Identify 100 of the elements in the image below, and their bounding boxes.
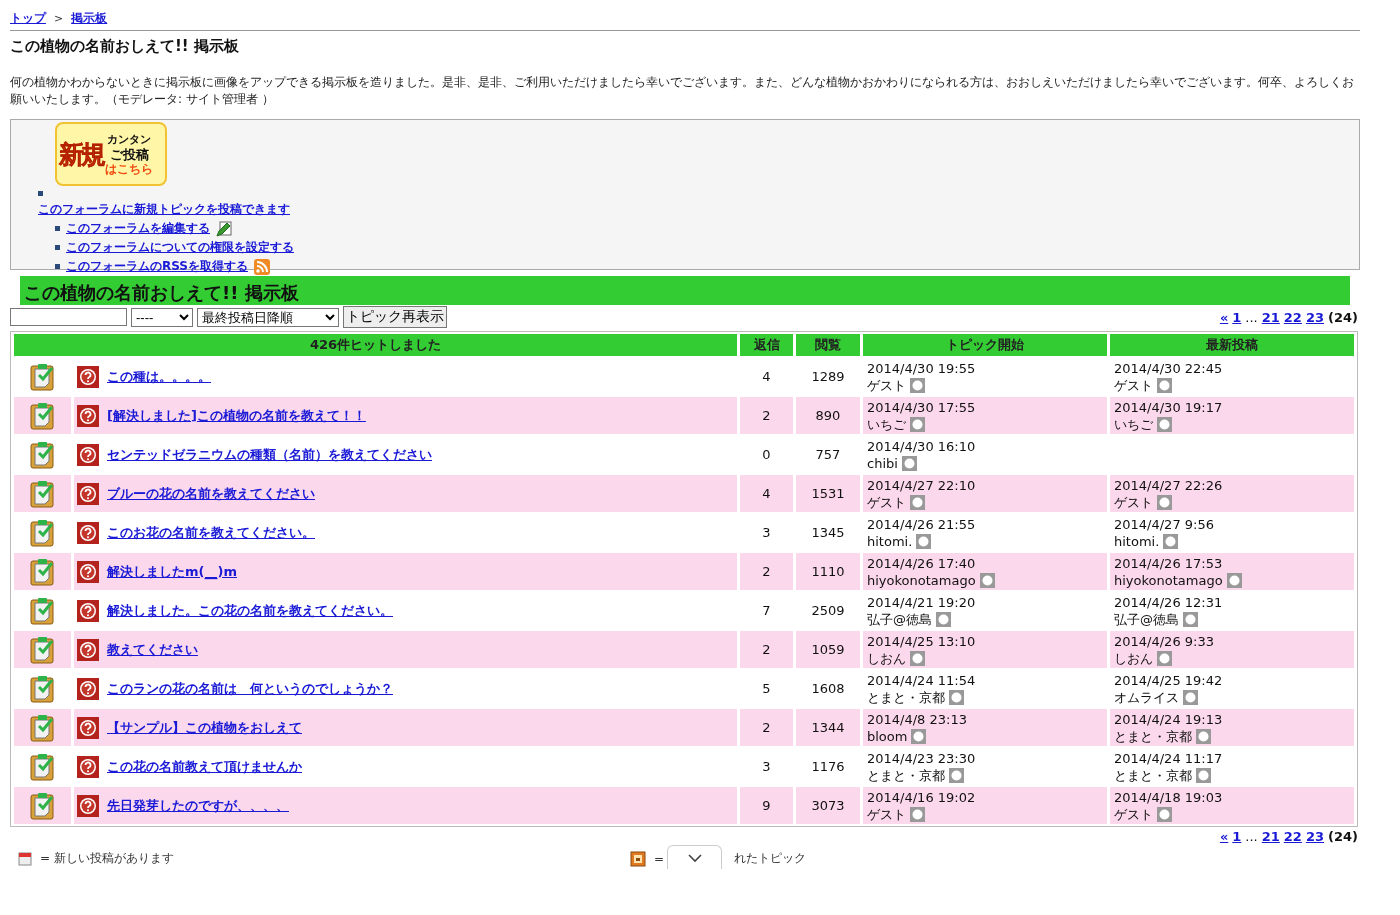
page-link[interactable]: 23 bbox=[1305, 829, 1324, 844]
breadcrumb-link[interactable]: 掲示板 bbox=[71, 9, 108, 27]
topic-link[interactable]: 【サンプル】この植物をおしえて bbox=[107, 718, 302, 737]
reply-count: 2 bbox=[740, 397, 793, 434]
post-date: 2014/4/30 22:45 bbox=[1114, 360, 1224, 377]
page-link[interactable]: 22 bbox=[1283, 829, 1302, 844]
topic-link[interactable]: この種は。。。。 bbox=[107, 367, 211, 386]
list-bullet bbox=[55, 245, 60, 250]
clipboard-check-icon bbox=[29, 518, 56, 547]
avatar-icon bbox=[979, 573, 995, 588]
topic-link[interactable]: 先日発芽したのですが、、、、 bbox=[107, 796, 289, 815]
column-header: 閲覧 bbox=[796, 334, 860, 356]
view-count: 2509 bbox=[810, 602, 846, 620]
reply-count: 0 bbox=[761, 446, 772, 464]
author-name: chibi bbox=[867, 455, 898, 472]
author-name: とまと・京都 bbox=[867, 689, 945, 706]
view-count: 1531 bbox=[796, 475, 860, 512]
search-field[interactable] bbox=[10, 308, 127, 326]
author-name: ゲスト bbox=[867, 806, 906, 823]
clipboard-check-icon bbox=[29, 752, 56, 781]
page-link[interactable]: « bbox=[1219, 309, 1229, 325]
page-link[interactable]: 21 bbox=[1261, 829, 1280, 844]
question-icon bbox=[77, 404, 99, 427]
legend-text: = 新しい投稿があります bbox=[40, 850, 174, 867]
topic-link[interactable]: このランの花の名前は 何というのでしょうか？ bbox=[107, 679, 393, 698]
topic-link[interactable]: この花の名前教えて頂けませんか bbox=[107, 757, 302, 776]
avatar-icon bbox=[1183, 690, 1198, 705]
reply-count: 7 bbox=[761, 602, 772, 620]
post-date: 2014/4/8 23:13 bbox=[867, 711, 968, 728]
author-name: ゲスト bbox=[867, 494, 906, 511]
page-link[interactable]: 22 bbox=[1283, 309, 1302, 325]
topic-link[interactable]: 教えてください bbox=[107, 640, 198, 659]
topic-link[interactable]: ブルーの花の名前を教えてください bbox=[107, 484, 315, 503]
page-link[interactable]: 1 bbox=[1232, 829, 1242, 844]
filter-dropdown[interactable]: 最終投稿日降順 bbox=[197, 307, 339, 327]
breadcrumb-link[interactable]: トップ bbox=[10, 9, 46, 27]
question-icon bbox=[77, 443, 99, 466]
author-name: しおん bbox=[867, 650, 906, 667]
author-name: しおん bbox=[1114, 650, 1153, 667]
author-name: オムライス bbox=[1114, 689, 1179, 706]
forum-action-link[interactable]: このフォーラムを編集する bbox=[66, 220, 210, 237]
topic-link[interactable]: 解決しました。この花の名前を教えてください。 bbox=[107, 601, 393, 620]
reply-count: 3 bbox=[761, 524, 772, 542]
refresh-topics-button[interactable]: トピック再表示 bbox=[343, 306, 447, 328]
filter-dropdown[interactable]: ---- bbox=[131, 307, 193, 327]
forum-action-link[interactable]: このフォーラムについての権限を設定する bbox=[66, 239, 294, 256]
topic-link[interactable]: このお花の名前を教えてください。 bbox=[107, 523, 315, 542]
question-icon bbox=[77, 365, 99, 388]
author-name: hiyokonotamago bbox=[867, 572, 976, 589]
author-name: 弘子@徳島 bbox=[867, 611, 932, 628]
avatar-icon bbox=[910, 807, 925, 822]
post-date: 2014/4/30 19:17 bbox=[1114, 399, 1224, 416]
post-date: 2014/4/27 22:26 bbox=[1114, 477, 1224, 494]
topic-link[interactable]: センテッドゼラニウムの種類（名前）を教えてください bbox=[107, 445, 432, 464]
post-date: 2014/4/24 11:54 bbox=[867, 672, 977, 689]
avatar-icon bbox=[1157, 495, 1172, 510]
forum-action-link[interactable]: このフォーラムのRSSを取得する bbox=[66, 258, 248, 275]
column-header: 最新投稿 bbox=[1110, 334, 1354, 356]
post-date: 2014/4/27 22:10 bbox=[867, 477, 977, 494]
clipboard-check-icon bbox=[29, 713, 56, 742]
new-topic-link[interactable]: このフォーラムに新規トピックを投稿できます bbox=[38, 201, 290, 218]
page-link[interactable]: 21 bbox=[1261, 309, 1280, 325]
avatar-icon bbox=[949, 768, 964, 783]
clipboard-check-icon bbox=[29, 635, 56, 664]
lock-box-icon bbox=[630, 850, 646, 867]
post-date: 2014/4/21 19:20 bbox=[867, 594, 977, 611]
reply-count: 2 bbox=[740, 553, 793, 590]
avatar-icon bbox=[916, 534, 932, 549]
question-icon bbox=[77, 755, 99, 778]
avatar-icon bbox=[1157, 417, 1172, 432]
edit-pen-icon bbox=[216, 220, 232, 237]
collapse-tab[interactable] bbox=[667, 845, 722, 869]
post-date: 2014/4/26 9:33 bbox=[1114, 633, 1215, 650]
page-link[interactable]: 23 bbox=[1305, 309, 1324, 325]
forum-title: この植物の名前おしえて!! 掲示板 bbox=[24, 281, 299, 305]
avatar-icon bbox=[949, 690, 964, 705]
author-name: いちご bbox=[1114, 416, 1153, 433]
author-name: bloom bbox=[867, 728, 908, 745]
topic-link[interactable]: 解決しましたm(__)m bbox=[107, 562, 237, 581]
avatar-icon bbox=[1196, 768, 1211, 783]
post-date: 2014/4/23 23:30 bbox=[867, 750, 977, 767]
author-name: ゲスト bbox=[1114, 377, 1153, 394]
view-count: 1608 bbox=[810, 680, 846, 698]
author-name: hitomi. bbox=[867, 533, 913, 550]
page-link[interactable]: 1 bbox=[1232, 309, 1242, 325]
post-date: 2014/4/16 19:02 bbox=[867, 789, 977, 806]
page-link[interactable]: « bbox=[1219, 829, 1229, 844]
clipboard-check-icon bbox=[29, 596, 56, 625]
list-bullet bbox=[55, 226, 60, 231]
reply-count: 2 bbox=[740, 709, 793, 746]
view-count: 1345 bbox=[810, 524, 846, 542]
clipboard-check-icon bbox=[29, 674, 56, 703]
post-date: 2014/4/24 19:13 bbox=[1114, 711, 1224, 728]
view-count: 3073 bbox=[796, 787, 860, 824]
avatar-icon bbox=[1163, 534, 1179, 549]
avatar-icon bbox=[1226, 573, 1242, 588]
forum-description: 何の植物かわからないときに掲示板に画像をアップできる掲示板を造りました。是非、是非、ご利用いただけましたら幸いでございます。また、どんな植物かおかわりになられる方は、おおしえいただけましたら幸いでございます。何卒、よろしくお願いいたします。（モデレータ: サイト管理者 ） bbox=[10, 74, 1355, 108]
post-date: 2014/4/30 19:55 bbox=[867, 360, 977, 377]
author-name: hiyokonotamago bbox=[1114, 572, 1223, 589]
post-date: 2014/4/26 12:31 bbox=[1114, 594, 1224, 611]
